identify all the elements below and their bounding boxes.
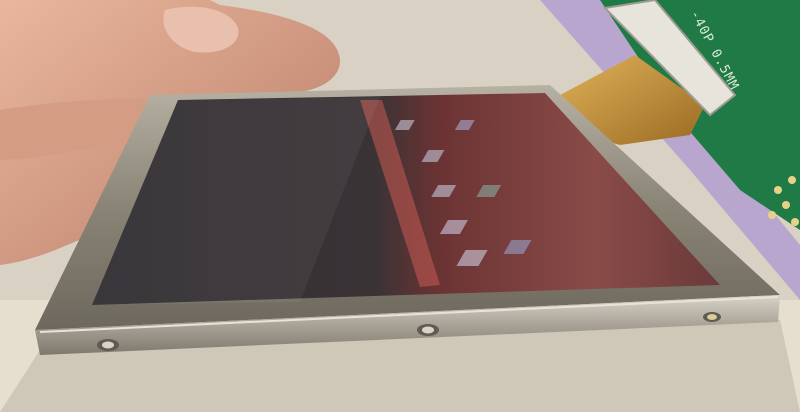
screw-icon (97, 339, 119, 351)
screw-icon (703, 312, 721, 322)
photo-scene (0, 0, 800, 412)
screw-icon (417, 324, 439, 336)
